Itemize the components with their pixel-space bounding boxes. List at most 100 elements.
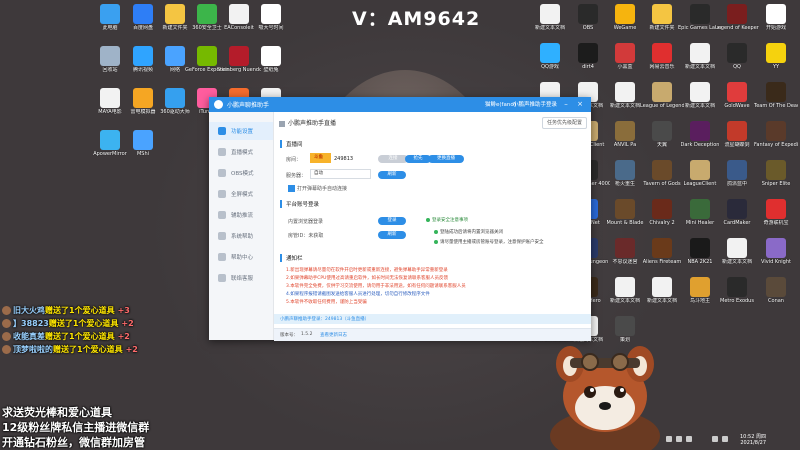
titlebar-login[interactable]: 小鹏声推助手登录 xyxy=(513,100,557,108)
app-icon xyxy=(766,277,786,297)
desktop-shortcut[interactable]: YY xyxy=(754,41,798,83)
sidebar-item-label: 辅助推流 xyxy=(231,213,254,219)
change-live-button[interactable]: 更换直播 xyxy=(428,155,464,163)
desktop-shortcut-label: 鸽派蓝中 xyxy=(726,181,747,187)
taskbar-clock[interactable]: 10:52 周四 2021/8/27 xyxy=(740,434,766,446)
nav-icon xyxy=(218,148,226,156)
chat-username: 顶梦啦啦的 xyxy=(13,345,53,354)
sidebar-item-label: 系统帮助 xyxy=(231,234,254,240)
app-icon xyxy=(766,43,786,63)
chat-gift-count: +3 xyxy=(117,306,130,315)
user-avatar xyxy=(2,319,11,328)
app-icon xyxy=(615,4,635,24)
desktop-shortcut[interactable]: Fantasy of Expedition xyxy=(754,119,798,161)
app-icon xyxy=(690,160,710,180)
sidebar-item[interactable]: 全屏模式 xyxy=(209,185,273,203)
tray-icon[interactable] xyxy=(676,436,682,442)
desktop-shortcut[interactable]: 流星蝴蝶剑 xyxy=(715,119,759,161)
priority-config-button[interactable]: 任务优先级配置 xyxy=(541,117,587,129)
browser-login-label: 内置浏览器登录 xyxy=(288,219,324,225)
sidebar-item[interactable]: 辅助推流 xyxy=(209,206,273,224)
section-platform-title: 平台账号登录 xyxy=(280,200,319,208)
close-icon[interactable]: × xyxy=(575,99,585,109)
desktop-shortcut[interactable]: Team Of The Dead xyxy=(754,80,798,122)
app-icon xyxy=(727,4,747,24)
user-avatar xyxy=(2,345,11,354)
auto-connect-checkbox[interactable] xyxy=(288,185,295,192)
network-icon[interactable] xyxy=(722,436,728,442)
app-icon xyxy=(652,4,672,24)
version-label: 版本号： xyxy=(280,333,298,338)
nav-icon xyxy=(218,232,226,240)
nav-icon xyxy=(218,169,226,177)
app-logo-icon xyxy=(214,100,223,109)
app-icon xyxy=(652,199,672,219)
volume-icon[interactable] xyxy=(712,436,718,442)
app-icon xyxy=(766,238,786,258)
app-icon xyxy=(727,82,747,102)
security-title: 登录安全注意事项 xyxy=(426,217,468,223)
titlebar-user[interactable]: 猫鲱e(fand) xyxy=(485,100,516,108)
sidebar-item[interactable]: 系统帮助 xyxy=(209,227,273,245)
app-icon xyxy=(690,277,710,297)
browser-login-button[interactable]: 登录 xyxy=(378,217,406,225)
window-titlebar[interactable]: 小鹏声聊推助手 猫鲱e(fand) 小鹏声推助手登录 – × xyxy=(209,97,591,112)
minimize-icon[interactable]: – xyxy=(561,99,571,109)
app-icon xyxy=(100,130,120,150)
desktop-shortcut[interactable]: Legend of Keepers xyxy=(715,2,759,44)
chat-username: 旧大火鸡 xyxy=(13,306,45,315)
desktop-shortcut[interactable]: Vivid Knight xyxy=(754,236,798,278)
sidebar-item[interactable]: 联络客服 xyxy=(209,269,273,287)
connect-button[interactable]: 连接 xyxy=(378,155,408,163)
desktop-shortcut[interactable]: Metro Exodus xyxy=(715,275,759,317)
app-icon xyxy=(615,121,635,141)
nav-icon xyxy=(218,274,226,282)
room-id[interactable]: 249813 xyxy=(334,156,353,162)
chat-gift-text: 赠送了1个爱心道具 xyxy=(48,319,119,328)
desktop-shortcut-label: Vivid Knight xyxy=(761,259,791,265)
section-live-title: 直播间 xyxy=(280,140,303,148)
desktop-shortcut[interactable]: CardMaker xyxy=(715,197,759,239)
chat-username: 收能真差 xyxy=(13,332,45,341)
server-refresh-button[interactable]: 刷新 xyxy=(378,171,406,179)
desktop-shortcut-label: Sniper Elite xyxy=(761,181,791,187)
sidebar-item-label: OBS模式 xyxy=(231,171,254,177)
sidebar-item[interactable]: 直播模式 xyxy=(209,143,273,161)
desktop-shortcut-label: Legend of Keepers xyxy=(715,25,759,31)
notice-item: 1.新出现弹幕请尽量勿在软件开启时更新或重新连接，避免弹幕助手异常重新登录 xyxy=(286,268,448,273)
app-icon xyxy=(615,43,635,63)
tip-1: 登陆成功后请将内置浏览器关闭 xyxy=(434,229,503,235)
server-select[interactable]: 自动 xyxy=(310,169,371,179)
app-icon xyxy=(615,160,635,180)
sidebar-item[interactable]: 功能设置 xyxy=(209,122,273,140)
desktop-shortcut[interactable]: 奇游联机宝 xyxy=(754,197,798,239)
desktop-shortcut[interactable]: 吸大号时间 xyxy=(249,2,293,44)
app-icon xyxy=(652,43,672,63)
changelog-link[interactable]: 查看更新日志 xyxy=(320,332,347,338)
app-icon xyxy=(652,277,672,297)
desktop-shortcut[interactable]: GoldWave xyxy=(715,80,759,122)
chat-gift-text: 赠送了1个爱心道具 xyxy=(45,332,115,341)
desktop-shortcut[interactable]: 鸽派蓝中 xyxy=(715,158,759,200)
desktop-shortcut[interactable]: 壁纸兔 xyxy=(249,44,293,86)
version-number: 1.5.2 xyxy=(301,332,313,337)
desktop-shortcut[interactable]: 开始游戏 xyxy=(754,2,798,44)
breadcrumb: 小鹏声推助手直播 xyxy=(279,118,336,127)
app-icon xyxy=(766,160,786,180)
notice-item: 5.本软件不收取任何费用，谨防上当受骗 xyxy=(286,300,367,305)
chat-gift-line: 顶梦啦啦的赠送了1个爱心道具 +2 xyxy=(2,344,138,355)
desktop-shortcut[interactable]: QQ xyxy=(715,41,759,83)
app-icon xyxy=(766,4,786,24)
desktop-shortcut[interactable]: Conan xyxy=(754,275,798,317)
desktop-shortcut[interactable]: 新建文本文档 xyxy=(715,236,759,278)
desktop-shortcut[interactable]: MShi xyxy=(121,128,165,170)
sidebar-item[interactable]: OBS模式 xyxy=(209,164,273,182)
desktop-shortcut[interactable]: Sniper Elite xyxy=(754,158,798,200)
sidebar-item[interactable]: 帮助中心 xyxy=(209,248,273,266)
desktop-shortcut-label: 吸大号时间 xyxy=(258,25,284,31)
tray-icon[interactable] xyxy=(666,436,672,442)
app-icon xyxy=(727,43,747,63)
moderator-refresh-button[interactable]: 刷新 xyxy=(378,231,406,239)
streamer-avatar-raccoon xyxy=(550,346,660,450)
tray-icon[interactable] xyxy=(686,436,692,442)
